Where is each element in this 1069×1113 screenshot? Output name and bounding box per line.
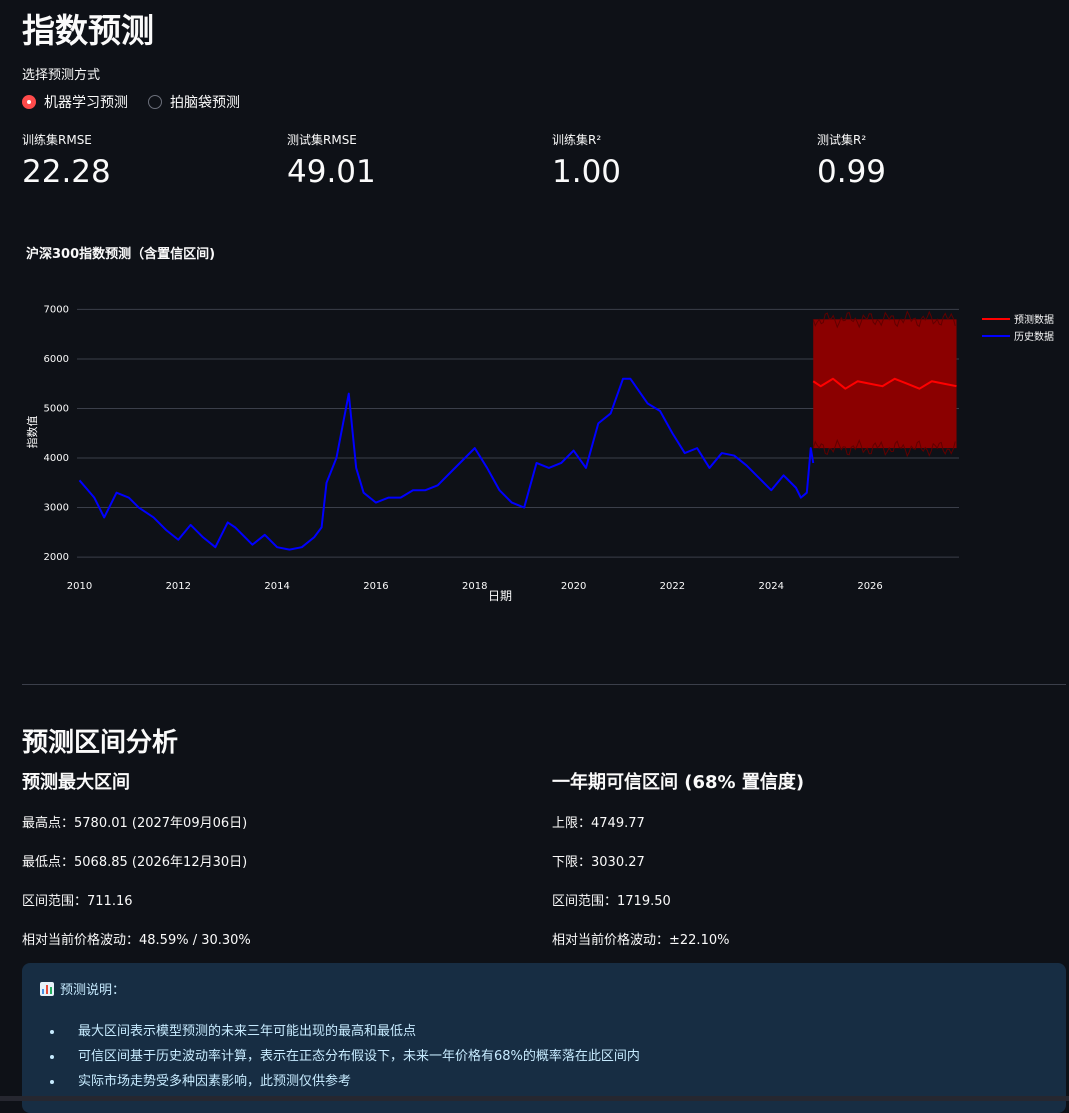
metric-train-r2: 训练集R² 1.00 xyxy=(552,131,621,190)
y-tick-label: 6000 xyxy=(44,354,69,365)
radio-option-label: 机器学习预测 xyxy=(44,95,128,111)
chart-y-axis-label: 指数值 xyxy=(25,416,39,449)
method-radio-label: 选择预测方式 xyxy=(22,68,101,83)
prediction-info-box: 预测说明： 最大区间表示模型预测的未来三年可能出现的最高和最低点 可信区间基于历… xyxy=(22,963,1066,1113)
section-divider xyxy=(22,684,1066,685)
bar-chart-icon xyxy=(40,981,54,996)
metric-value: 49.01 xyxy=(287,154,376,190)
confidence-lower: 下限：3030.27 xyxy=(552,855,645,870)
chart-x-axis-label: 日期 xyxy=(488,589,512,603)
y-tick-label: 2000 xyxy=(44,552,69,563)
confidence-title: 一年期可信区间 (68% 置信度) xyxy=(552,772,805,793)
max-range-low: 最低点：5068.85 (2026年12月30日) xyxy=(22,855,248,870)
chart-title: 沪深300指数预测（含置信区间) xyxy=(26,246,215,262)
page-title: 指数预测 xyxy=(22,11,154,50)
analysis-section-title: 预测区间分析 xyxy=(22,728,179,758)
method-radio-group: 机器学习预测 拍脑袋预测 xyxy=(22,92,240,112)
metric-train-rmse: 训练集RMSE 22.28 xyxy=(22,131,111,190)
x-tick-label: 2022 xyxy=(660,581,685,592)
x-tick-label: 2020 xyxy=(561,581,586,592)
metric-value: 22.28 xyxy=(22,154,111,190)
radio-guess-prediction[interactable]: 拍脑袋预测 xyxy=(148,92,240,112)
metric-label: 测试集RMSE xyxy=(287,133,357,147)
radio-unchecked-icon[interactable] xyxy=(148,95,162,109)
metric-test-r2: 测试集R² 0.99 xyxy=(817,131,886,190)
y-tick-label: 3000 xyxy=(44,503,69,514)
max-range-title: 预测最大区间 xyxy=(22,772,130,793)
metric-label: 训练集R² xyxy=(552,133,602,147)
confidence-span: 区间范围：1719.50 xyxy=(552,894,671,909)
legend-label: 预测数据 xyxy=(1014,313,1054,326)
max-range-span: 区间范围：711.16 xyxy=(22,894,133,909)
max-range-column: 预测最大区间 最高点：5780.01 (2027年09月06日) 最低点：506… xyxy=(22,768,251,968)
metric-label: 训练集RMSE xyxy=(22,133,92,147)
x-tick-label: 2010 xyxy=(67,581,92,592)
history-series-line xyxy=(78,377,815,551)
info-title: 预测说明： xyxy=(60,983,126,998)
radio-checked-icon[interactable] xyxy=(22,95,36,109)
max-range-high: 最高点：5780.01 (2027年09月06日) xyxy=(22,816,248,831)
x-tick-label: 2024 xyxy=(759,581,784,592)
bottom-bar xyxy=(0,1096,1069,1101)
x-tick-label: 2016 xyxy=(363,581,388,592)
info-list-item: 实际市场走势受多种因素影响，此预测仅供参考 xyxy=(64,1070,1048,1095)
info-title-row: 预测说明： xyxy=(40,979,1048,998)
metric-value: 1.00 xyxy=(552,154,622,190)
radio-option-label: 拍脑袋预测 xyxy=(170,95,240,111)
y-tick-label: 5000 xyxy=(44,403,69,414)
info-list: 最大区间表示模型预测的未来三年可能出现的最高和最低点 可信区间基于历史波动率计算… xyxy=(40,1020,1048,1095)
metric-test-rmse: 测试集RMSE 49.01 xyxy=(287,131,376,190)
x-tick-label: 2014 xyxy=(264,581,289,592)
radio-ml-prediction[interactable]: 机器学习预测 xyxy=(22,92,128,112)
info-list-item: 最大区间表示模型预测的未来三年可能出现的最高和最低点 xyxy=(64,1020,1048,1045)
metric-label: 测试集R² xyxy=(817,133,867,147)
index-forecast-chart[interactable]: 沪深300指数预测（含置信区间) 日期 指数值 2000 3000 4000 5000… xyxy=(22,240,1062,620)
confidence-upper: 上限：4749.77 xyxy=(552,816,645,831)
metric-value: 0.99 xyxy=(817,154,887,190)
x-tick-label: 2012 xyxy=(166,581,191,592)
confidence-column: 一年期可信区间 (68% 置信度) 上限：4749.77 下限：3030.27 … xyxy=(552,768,804,968)
info-list-item: 可信区间基于历史波动率计算，表示在正态分布假设下，未来一年价格有68%的概率落在… xyxy=(64,1045,1048,1070)
x-tick-label: 2018 xyxy=(462,581,487,592)
y-tick-label: 4000 xyxy=(44,453,69,464)
x-tick-label: 2026 xyxy=(857,581,882,592)
y-tick-label: 7000 xyxy=(44,304,69,315)
legend-label: 历史数据 xyxy=(1014,330,1054,343)
